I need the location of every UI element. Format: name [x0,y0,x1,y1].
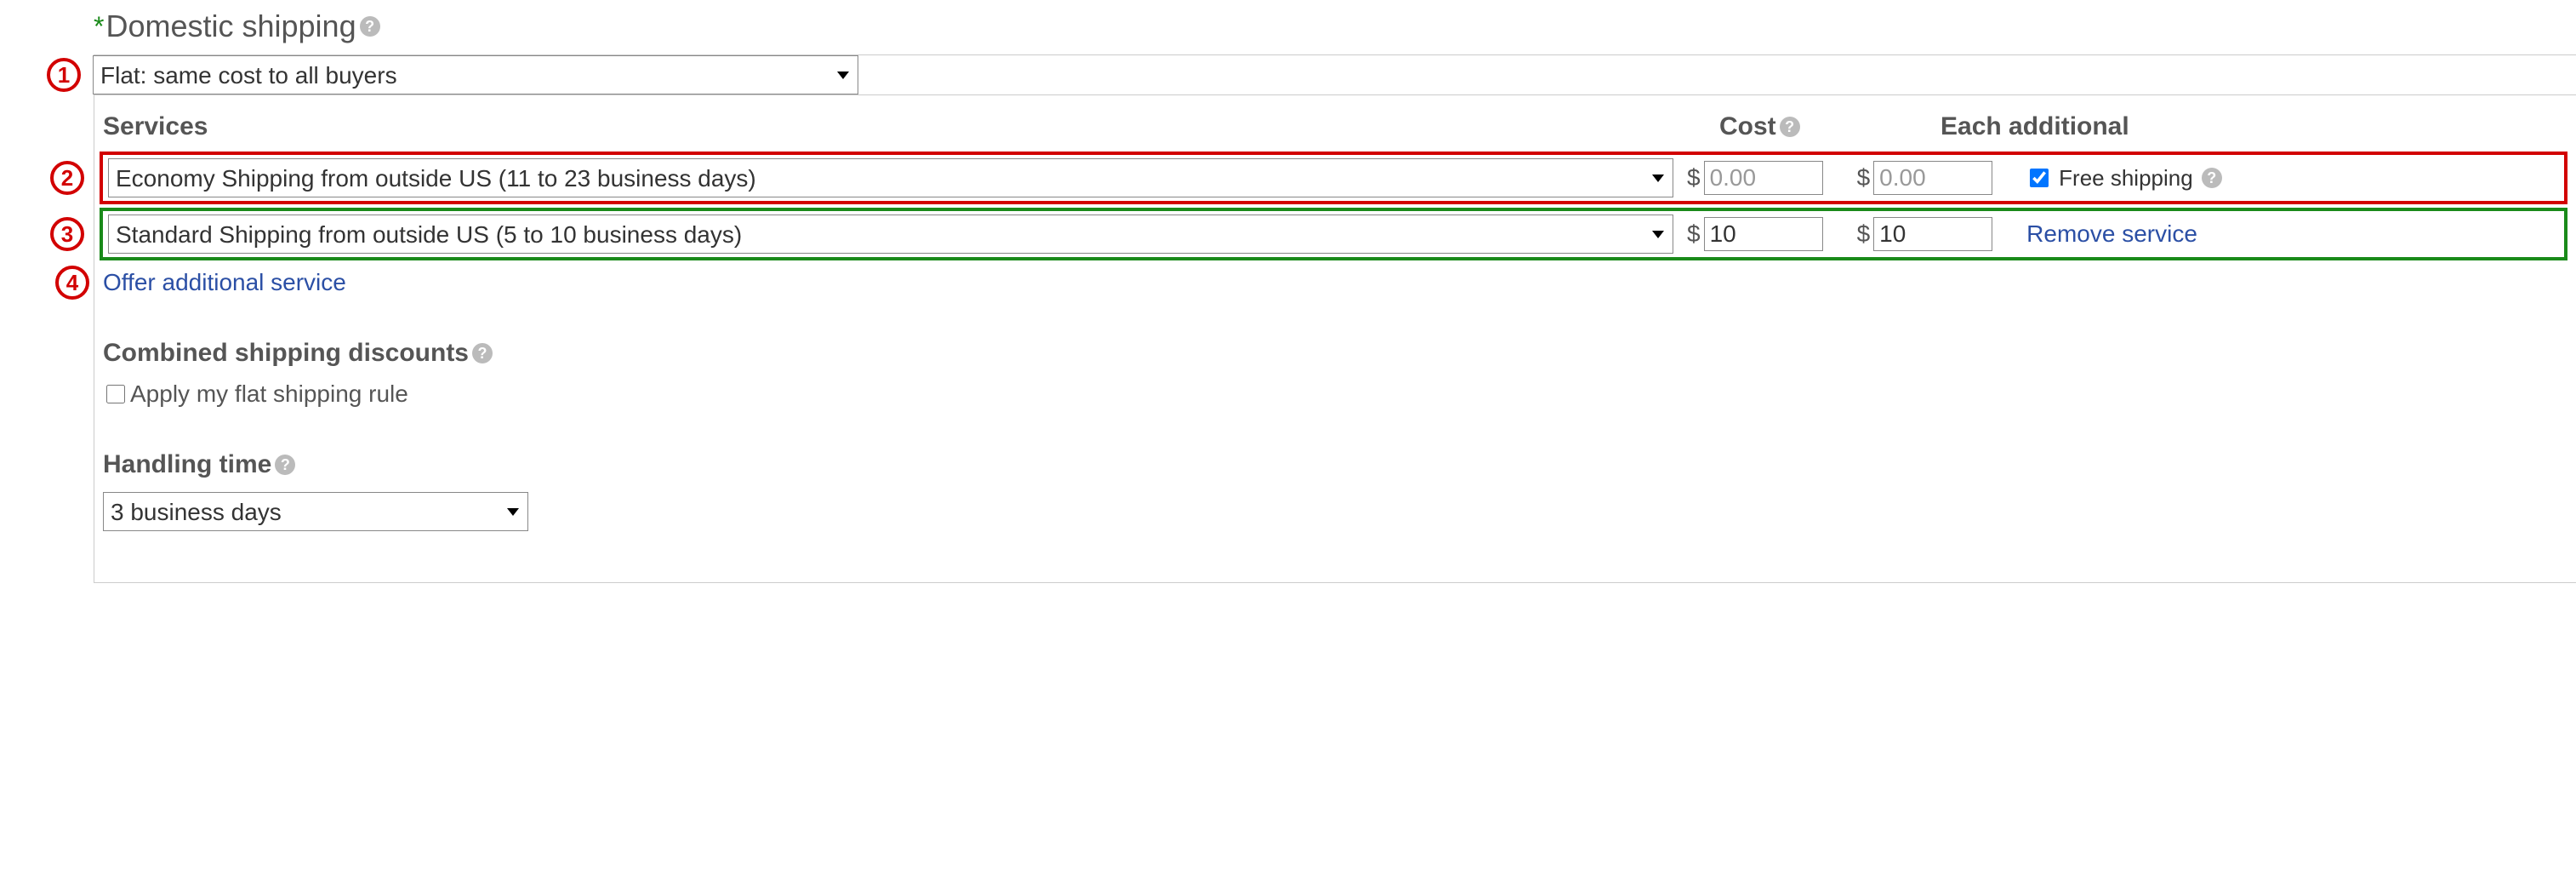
cost-field: $ [1687,161,1823,195]
handling-time-select[interactable]: 3 business days [103,492,528,531]
service-select[interactable]: Standard Shipping from outside US (5 to … [108,215,1673,254]
cost-field: $ [1687,217,1823,251]
shipping-type-row: 1 Flat: same cost to all buyers [94,54,2576,95]
offer-additional-row: 4 Offer additional service [103,269,2576,296]
offer-additional-link[interactable]: Offer additional service [103,269,346,296]
cost-input[interactable] [1704,161,1823,195]
help-icon[interactable]: ? [472,343,493,363]
each-additional-field: $ [1857,161,1993,195]
section-title: * Domestic shipping ? [51,9,2576,44]
free-shipping-group: Free shipping ? [2026,165,2559,192]
help-icon[interactable]: ? [275,455,295,475]
content-area: 1 Flat: same cost to all buyers Services… [94,54,2576,583]
title-text: Domestic shipping [105,9,356,44]
column-headers: Services Cost ? Each additional [94,95,2576,148]
remove-service-group: Remove service [2026,220,2559,248]
dollar-icon: $ [1687,164,1701,192]
header-services: Services [103,112,1719,141]
free-shipping-checkbox[interactable] [2030,169,2049,187]
help-icon[interactable]: ? [360,16,380,37]
dollar-icon: $ [1857,164,1871,192]
each-additional-field: $ [1857,217,1993,251]
annotation-marker-3: 3 [50,217,84,251]
annotation-marker-1: 1 [47,58,81,92]
remove-service-link[interactable]: Remove service [2026,220,2197,248]
dollar-icon: $ [1687,220,1701,248]
header-each: Each additional [1941,112,2162,141]
required-star-icon: * [94,11,104,43]
each-additional-input[interactable] [1873,161,1992,195]
cost-input[interactable] [1704,217,1823,251]
service-select[interactable]: Economy Shipping from outside US (11 to … [108,158,1673,197]
combined-discounts-title: Combined shipping discounts ? [103,339,2576,368]
shipping-type-select[interactable]: Flat: same cost to all buyers [93,55,858,94]
apply-flat-rule-checkbox[interactable] [106,385,125,403]
service-row-standard: 3 Standard Shipping from outside US (5 t… [100,208,2567,260]
help-icon[interactable]: ? [2202,168,2222,188]
header-cost: Cost ? [1719,112,1941,141]
apply-flat-rule-label: Apply my flat shipping rule [130,380,408,408]
apply-flat-rule-row: Apply my flat shipping rule [103,380,2576,408]
annotation-marker-2: 2 [50,161,84,195]
annotation-marker-4: 4 [55,266,89,300]
dollar-icon: $ [1857,220,1871,248]
help-icon[interactable]: ? [1780,117,1800,137]
handling-time-title: Handling time ? [103,450,2576,479]
each-additional-input[interactable] [1873,217,1992,251]
service-row-economy: 2 Economy Shipping from outside US (11 t… [100,152,2567,204]
free-shipping-label: Free shipping [2059,165,2193,192]
